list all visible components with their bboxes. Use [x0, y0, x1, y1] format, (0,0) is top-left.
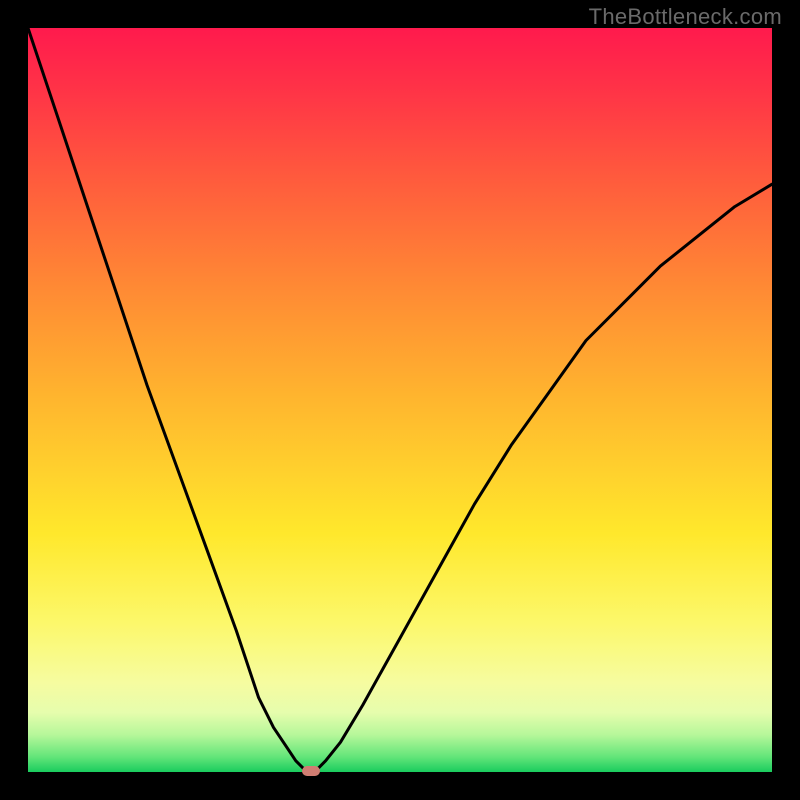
bottleneck-curve — [28, 28, 772, 772]
minimum-marker — [302, 766, 320, 776]
plot-area — [28, 28, 772, 772]
chart-frame: TheBottleneck.com — [0, 0, 800, 800]
watermark-text: TheBottleneck.com — [589, 4, 782, 30]
